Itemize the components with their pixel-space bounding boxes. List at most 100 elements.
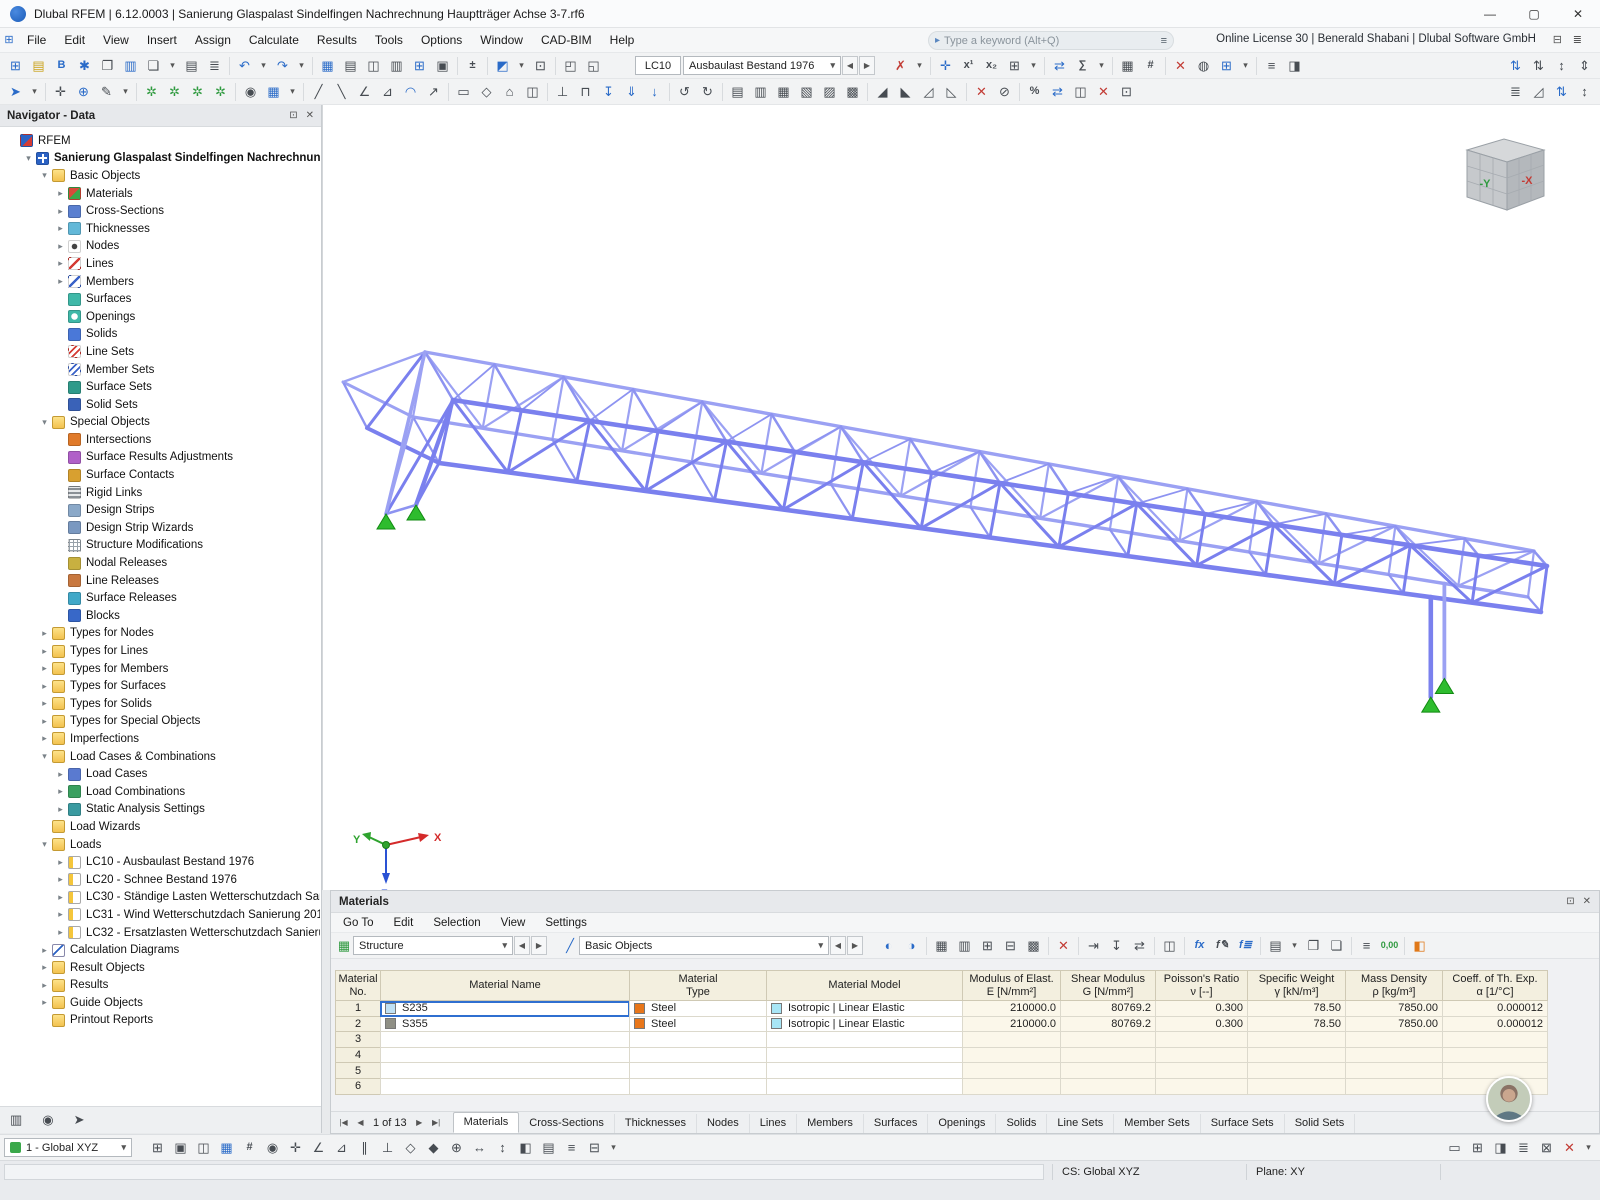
tree-item[interactable]: ▸ Guide Objects (0, 994, 320, 1012)
tree-item[interactable]: ▾ Loads (0, 836, 320, 854)
panel-menu-go-to[interactable]: Go To (333, 915, 383, 931)
frame-icon[interactable]: ▣ (431, 55, 454, 76)
chevron-right-icon[interactable]: ▸ (38, 628, 51, 639)
panel-menu-selection[interactable]: Selection (423, 915, 490, 931)
load-case-number[interactable]: LC10 (635, 56, 681, 75)
cell-name[interactable]: S235 (380, 1001, 630, 1017)
generate-surface-icon[interactable]: ✲ (186, 81, 209, 102)
tree-item[interactable]: ▸ Types for Members (0, 660, 320, 678)
status-panel-icon[interactable]: ◨ (1489, 1137, 1512, 1158)
hash-icon[interactable]: # (1139, 55, 1162, 76)
sort-ascending-icon[interactable]: ⇅ (1504, 55, 1527, 76)
surface-tool-icon[interactable]: ⌂ (498, 81, 521, 102)
table-tab-solids[interactable]: Solids (996, 1114, 1048, 1133)
mirror-icon[interactable]: ⇄ (1046, 81, 1069, 102)
settings-icon[interactable]: ✱ (73, 55, 96, 76)
chevron-right-icon[interactable]: ▸ (54, 874, 67, 885)
cancel-calculation-icon[interactable]: ✕ (1169, 55, 1192, 76)
hatch-5-icon[interactable]: ▨ (818, 81, 841, 102)
tree-item[interactable]: ▸ Types for Solids (0, 695, 320, 713)
minimize-icon[interactable]: — (1468, 0, 1512, 27)
grid-icon[interactable]: ⊞ (408, 55, 431, 76)
filter-icon[interactable]: ◐ (877, 935, 900, 956)
cell-name[interactable]: S355 (380, 1016, 630, 1033)
chevron-down-icon[interactable]: ▾ (1094, 55, 1109, 76)
cube-face-neg-y-label[interactable]: -Y (1480, 178, 1492, 190)
chevron-down-icon[interactable]: ▾ (830, 60, 835, 71)
tree-item[interactable]: ▾ Special Objects (0, 414, 320, 432)
chevron-down-icon[interactable]: ▾ (1238, 55, 1253, 76)
remove-icon[interactable]: ✕ (1092, 81, 1115, 102)
panel-icon[interactable]: ◨ (1283, 55, 1306, 76)
search-box[interactable]: ▸ ≡ (928, 31, 1174, 50)
menu-item-calculate[interactable]: Calculate (240, 29, 308, 51)
close-panel-icon[interactable]: ✕ (306, 110, 314, 121)
grid-settings-icon[interactable]: ⊞ (1003, 55, 1026, 76)
chevron-down-icon[interactable]: ▾ (38, 417, 51, 428)
previous-group-button[interactable]: ◀ (514, 936, 530, 955)
chevron-right-icon[interactable]: ▸ (54, 804, 67, 815)
next-page-button[interactable]: ▶ (411, 1115, 428, 1131)
quick-access-icon[interactable]: ⊞ (0, 30, 18, 51)
table-tab-surface-sets[interactable]: Surface Sets (1201, 1114, 1285, 1133)
tree-item[interactable]: ▸ LC10 - Ausbaulast Bestand 1976 (0, 853, 320, 871)
table-tab-materials[interactable]: Materials (452, 1112, 520, 1133)
menubar-help-icon[interactable]: ≣ (1573, 33, 1582, 46)
table-expand-icon[interactable]: ⊞ (976, 935, 999, 956)
node-snap-icon[interactable]: ◉ (261, 1137, 284, 1158)
chevron-down-icon[interactable]: ▾ (118, 81, 133, 102)
tree-item[interactable]: ▸ Types for Surfaces (0, 677, 320, 695)
snap-center-icon[interactable]: ⊕ (72, 81, 95, 102)
tree-item[interactable]: Nodal Releases (0, 554, 320, 572)
formula-edit-icon[interactable]: f✎ (1211, 935, 1234, 956)
chevron-right-icon[interactable]: ▸ (54, 892, 67, 903)
float-panel-icon[interactable]: ⊡ (289, 110, 297, 121)
workplane-icon[interactable]: ⊥ (551, 81, 574, 102)
formula-icon[interactable]: fx (1188, 935, 1211, 956)
layer-list-icon[interactable]: ≣ (1504, 81, 1527, 102)
copy-table-icon[interactable]: ❐ (1302, 935, 1325, 956)
tree-item[interactable]: Structure Modifications (0, 537, 320, 555)
cartesian-grid-icon[interactable]: ▦ (215, 1137, 238, 1158)
tree-item[interactable]: Surface Sets (0, 378, 320, 396)
chevron-right-icon[interactable]: ▸ (54, 241, 67, 252)
plane-xy-icon[interactable]: ⊓ (574, 81, 597, 102)
tree-item[interactable]: Intersections (0, 431, 320, 449)
tree-item[interactable]: ▸ Imperfections (0, 730, 320, 748)
table-tab-lines[interactable]: Lines (750, 1114, 798, 1133)
chevron-down-icon[interactable]: ▾ (818, 940, 823, 951)
category-combobox[interactable]: Basic Objects ▾ (579, 936, 829, 955)
layers-icon[interactable]: ▤ (537, 1137, 560, 1158)
navigation-cube[interactable]: -Y -X (1465, 138, 1546, 211)
duplicate-icon[interactable]: ◫ (1069, 81, 1092, 102)
camera-icon[interactable]: ➤ (74, 1112, 85, 1128)
table-row[interactable]: 5 (335, 1063, 1548, 1079)
delete-row-icon[interactable]: ✕ (1052, 935, 1075, 956)
chevron-right-icon[interactable]: ▸ (38, 733, 51, 744)
tree-item[interactable]: Openings (0, 308, 320, 326)
tree-item[interactable]: Load Wizards (0, 818, 320, 836)
cell-name[interactable] (380, 1032, 630, 1048)
tree-item[interactable]: ▸ Types for Nodes (0, 625, 320, 643)
next-category-button[interactable]: ▶ (847, 936, 863, 955)
chevron-down-icon[interactable]: ▾ (38, 751, 51, 762)
chevron-right-icon[interactable]: ▸ (38, 663, 51, 674)
cube-face-neg-x-label[interactable]: -X (1522, 175, 1534, 187)
maximize-icon[interactable]: ▢ (1512, 0, 1556, 27)
link-icon[interactable]: ⇄ (1128, 935, 1151, 956)
tree-item[interactable]: Line Releases (0, 572, 320, 590)
next-group-button[interactable]: ▶ (531, 936, 547, 955)
tree-item[interactable]: ▸ LC32 - Ersatzlasten Wetterschutzdach Sa… (0, 924, 320, 942)
previous-load-case-button[interactable]: ◀ (842, 56, 858, 75)
chevron-right-icon[interactable]: ▸ (54, 857, 67, 868)
generate-tree-icon[interactable]: ✲ (140, 81, 163, 102)
tree-item[interactable]: ▸ Members (0, 273, 320, 291)
chevron-down-icon[interactable]: ▾ (514, 55, 529, 76)
table-row[interactable]: 6 (335, 1078, 1548, 1095)
tree-item[interactable]: ▾ Basic Objects (0, 167, 320, 185)
list-icon[interactable]: ≣ (203, 55, 226, 76)
chevron-right-icon[interactable]: ▸ (54, 769, 67, 780)
block-manager-icon[interactable]: B (50, 55, 73, 76)
cell-name[interactable] (380, 1063, 630, 1079)
tree-item[interactable]: ▸ Lines (0, 255, 320, 273)
